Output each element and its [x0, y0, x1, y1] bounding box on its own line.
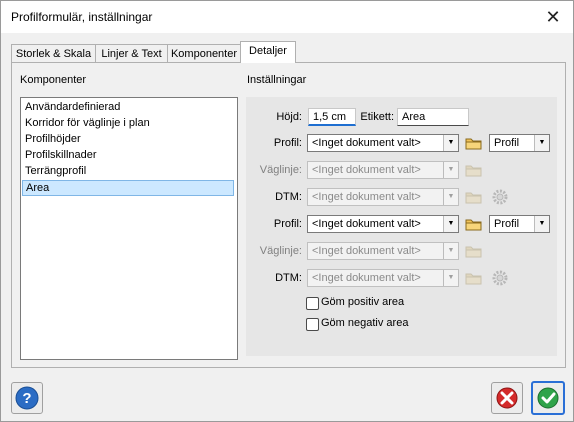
- dtm-label: DTM:: [275, 272, 302, 284]
- hide-positive-label: Göm positiv area: [321, 296, 405, 308]
- close-icon[interactable]: ✕: [541, 5, 565, 29]
- tab-panel: Komponenter Användardefinierad Korridor …: [11, 62, 566, 368]
- help-button[interactable]: ?: [11, 382, 43, 414]
- vaglinje-select: <Inget dokument valt> ▼: [307, 161, 459, 179]
- tab-storlek-skala[interactable]: Storlek & Skala: [11, 44, 96, 63]
- list-item[interactable]: Profilhöjder: [22, 132, 234, 147]
- gear-icon: [491, 269, 511, 287]
- tab-komponenter[interactable]: Komponenter: [167, 44, 241, 63]
- tab-detaljer[interactable]: Detaljer: [240, 41, 296, 63]
- dtm-select: <Inget dokument valt> ▼: [307, 269, 459, 287]
- vaglinje-label: Väglinje:: [259, 164, 302, 176]
- list-item[interactable]: Korridor för väglinje i plan: [22, 116, 234, 131]
- ok-icon: [537, 387, 559, 409]
- folder-icon: [464, 242, 484, 260]
- hojd-label: Höjd:: [276, 111, 302, 123]
- checkbox-box[interactable]: [306, 318, 319, 331]
- window-title: Profilformulär, inställningar: [11, 10, 153, 24]
- tab-linjer-text[interactable]: Linjer & Text: [95, 44, 168, 63]
- settings-title: Inställningar: [247, 74, 307, 86]
- profil-type-select[interactable]: Profil ▼: [489, 134, 550, 152]
- list-item[interactable]: Terrängprofil: [22, 164, 234, 179]
- list-item[interactable]: Användardefinierad: [22, 100, 234, 115]
- profil-label: Profil:: [273, 218, 302, 230]
- vaglinje-label: Väglinje:: [259, 245, 302, 257]
- list-item[interactable]: Profilskillnader: [22, 148, 234, 163]
- cancel-icon: [496, 387, 518, 409]
- profil-type-select[interactable]: Profil ▼: [489, 215, 550, 233]
- svg-text:?: ?: [22, 390, 31, 407]
- profil-select[interactable]: <Inget dokument valt> ▼: [307, 134, 459, 152]
- folder-icon: [464, 188, 484, 206]
- settings-dialog: Profilformulär, inställningar ✕ Storlek …: [0, 0, 574, 422]
- components-list[interactable]: Användardefinierad Korridor för väglinje…: [20, 97, 238, 360]
- list-item-selected[interactable]: Area: [22, 180, 234, 196]
- dtm-select: <Inget dokument valt> ▼: [307, 188, 459, 206]
- etikett-label: Etikett:: [360, 111, 394, 123]
- components-title: Komponenter: [20, 74, 87, 86]
- dtm-label: DTM:: [275, 191, 302, 203]
- folder-icon: [464, 161, 484, 179]
- folder-icon[interactable]: [464, 215, 484, 233]
- profil-select[interactable]: <Inget dokument valt> ▼: [307, 215, 459, 233]
- ok-button[interactable]: [531, 381, 565, 415]
- checkbox-box[interactable]: [306, 297, 319, 310]
- help-icon: ?: [15, 386, 39, 410]
- cancel-button[interactable]: [491, 382, 523, 414]
- gear-icon: [491, 188, 511, 206]
- folder-icon[interactable]: [464, 134, 484, 152]
- profil-label: Profil:: [273, 137, 302, 149]
- vaglinje-select: <Inget dokument valt> ▼: [307, 242, 459, 260]
- folder-icon: [464, 269, 484, 287]
- settings-group: Höjd: 1,5 cm Etikett: Area Profil: <Inge…: [246, 97, 557, 356]
- hide-negative-label: Göm negativ area: [321, 317, 409, 329]
- etikett-field[interactable]: Area: [397, 108, 469, 126]
- title-bar: Profilformulär, inställningar ✕: [1, 1, 573, 33]
